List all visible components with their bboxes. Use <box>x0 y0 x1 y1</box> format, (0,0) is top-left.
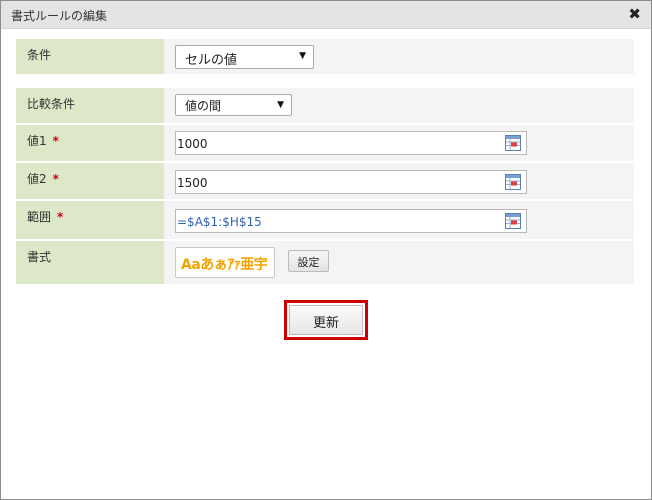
condition-select-value: セルの値 <box>185 53 238 68</box>
chevron-down-icon: ▼ <box>299 51 306 61</box>
range-input-value: =$A$1:$H$15 <box>177 215 262 229</box>
value1-input-value: 1000 <box>177 137 208 151</box>
format-label: 書式 <box>16 241 164 284</box>
range-input[interactable]: =$A$1:$H$15 <box>175 209 527 233</box>
range-picker-icon[interactable] <box>505 213 521 229</box>
value1-row: 値1 * 1000 <box>16 125 634 161</box>
condition-select[interactable]: セルの値 ▼ <box>175 45 314 69</box>
close-icon[interactable]: ✖ <box>628 5 641 23</box>
value2-label-cell: 値2 * <box>16 163 164 199</box>
update-button[interactable]: 更新 <box>289 305 363 335</box>
comparison-row: 比較条件 値の間 ▼ <box>16 88 634 123</box>
value2-label: 値2 <box>27 172 47 186</box>
value2-row: 値2 * 1500 <box>16 163 634 199</box>
range-label: 範囲 <box>27 210 52 224</box>
range-picker-icon[interactable] <box>505 135 521 151</box>
value1-label: 値1 <box>27 134 47 148</box>
value1-label-cell: 値1 * <box>16 125 164 161</box>
value2-input-value: 1500 <box>177 176 208 190</box>
value1-input[interactable]: 1000 <box>175 131 527 155</box>
required-mark: * <box>57 210 64 224</box>
format-preview[interactable]: Aaあぁｱｧ亜宇 <box>175 247 275 278</box>
format-settings-button[interactable]: 設定 <box>288 250 329 272</box>
required-mark: * <box>52 134 59 148</box>
dialog-title: 書式ルールの編集 <box>11 9 108 23</box>
condition-label: 条件 <box>16 39 164 74</box>
comparison-label: 比較条件 <box>16 88 164 123</box>
edit-format-rule-dialog: 書式ルールの編集 ✖ 条件 セルの値 ▼ 比較条件 値の間 ▼ 値1 * 1000 <box>0 0 652 500</box>
format-row: 書式 Aaあぁｱｧ亜宇 設定 <box>16 241 634 284</box>
condition-row: 条件 セルの値 ▼ <box>16 39 634 74</box>
dialog-titlebar: 書式ルールの編集 ✖ <box>1 1 651 29</box>
range-row: 範囲 * =$A$1:$H$15 <box>16 201 634 239</box>
chevron-down-icon: ▼ <box>277 100 284 110</box>
value2-input[interactable]: 1500 <box>175 170 527 194</box>
required-mark: * <box>52 172 59 186</box>
comparison-select[interactable]: 値の間 ▼ <box>175 94 292 116</box>
comparison-select-value: 値の間 <box>185 99 222 113</box>
range-picker-icon[interactable] <box>505 174 521 190</box>
range-label-cell: 範囲 * <box>16 201 164 239</box>
